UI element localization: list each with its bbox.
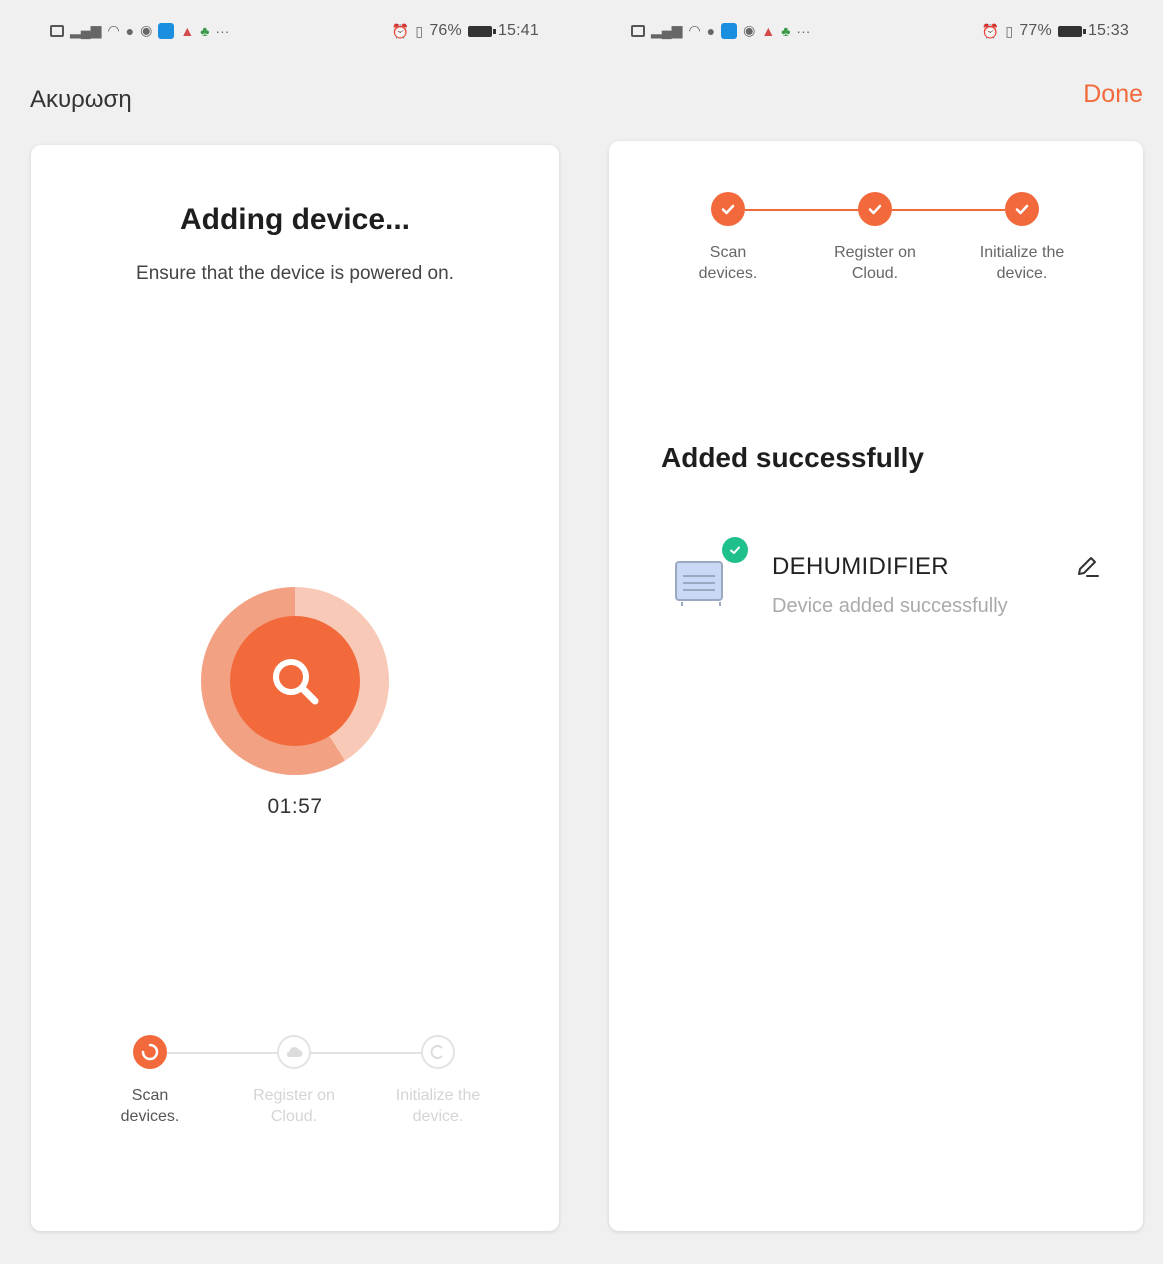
green-app-icon: ♣ <box>200 22 210 39</box>
step-label-line: device. <box>412 1108 464 1125</box>
alarm-icon: ⏰ <box>391 22 410 39</box>
step-cloud-label: Register on Cloud. <box>229 1085 359 1127</box>
vibrate-icon: ▯ <box>1005 22 1014 39</box>
step-initialize-label: Initialize the device. <box>957 242 1087 284</box>
battery-percent: 77% <box>1019 22 1052 39</box>
step-label-line: Scan <box>131 1087 169 1104</box>
more-notifications-icon: ··· <box>796 22 811 39</box>
wifi-icon: ◠ <box>107 22 120 38</box>
status-icons-right: ⏰ ▯ 76% 15:41 <box>392 22 539 40</box>
countdown-timer: 01:57 <box>267 795 323 818</box>
step-initialize-label: Initialize the device. <box>373 1085 503 1127</box>
initialize-icon <box>430 1045 443 1059</box>
app-badge-icon <box>721 22 738 39</box>
check-icon <box>1015 204 1029 215</box>
step-label-line: Scan <box>709 244 747 261</box>
pencil-icon[interactable] <box>1073 553 1101 586</box>
step-label-line: Cloud. <box>851 265 899 282</box>
device-added-card: Scan devices. Register on Cloud. Initial… <box>609 141 1143 1231</box>
page-subtitle: Ensure that the device is powered on. <box>136 263 454 284</box>
progress-steps: Scan devices. Register on Cloud. Initial… <box>609 192 1143 302</box>
status-icons-left: ▂▄▆ ◠ ● ◉ ▲ ♣ ··· <box>50 22 229 39</box>
step-label-line: Register on <box>253 1087 335 1104</box>
green-app-icon: ♣ <box>781 22 791 39</box>
step-scan-dot <box>711 192 745 226</box>
status-bar: ▂▄▆ ◠ ● ◉ ▲ ♣ ··· ⏰ ▯ 76% 15:41 <box>0 18 583 46</box>
dehumidifier-icon <box>675 561 723 606</box>
step-cloud-label: Register on Cloud. <box>810 242 940 284</box>
device-added-screen: ▂▄▆ ◠ ● ◉ ▲ ♣ ··· ⏰ ▯ 77% 15:33 Done Sca… <box>583 0 1163 1264</box>
app-notification-icon: ◉ <box>140 22 153 38</box>
notification-bell-icon: ● <box>706 22 716 39</box>
magnifier-icon <box>273 659 319 705</box>
check-icon <box>868 204 882 215</box>
step-label-line: Initialize the <box>979 244 1065 261</box>
step-label-line: Cloud. <box>270 1108 318 1125</box>
red-app-icon: ▲ <box>761 22 776 39</box>
step-label-line: devices. <box>698 265 758 282</box>
battery-icon <box>1057 25 1086 37</box>
step-connector <box>892 209 1005 211</box>
page-title: Adding device... <box>179 203 411 236</box>
alarm-icon: ⏰ <box>981 22 1000 39</box>
done-button[interactable]: Done <box>1083 80 1143 109</box>
scan-button <box>230 616 360 746</box>
device-status: Device added successfully <box>772 595 1008 617</box>
battery-percent: 76% <box>429 22 462 39</box>
step-connector <box>167 1052 277 1054</box>
gallery-notification-icon <box>50 24 64 37</box>
step-initialize-dot <box>1005 192 1039 226</box>
app-notification-icon: ◉ <box>743 22 756 38</box>
status-icons-right: ⏰ ▯ 77% 15:33 <box>982 22 1129 40</box>
check-badge-icon <box>722 537 748 563</box>
more-notifications-icon: ··· <box>215 22 230 39</box>
spinner-icon <box>141 1043 159 1061</box>
step-cloud-dot <box>858 192 892 226</box>
battery-icon <box>467 25 496 37</box>
signal-icon: ▂▄▆ <box>651 22 683 38</box>
cloud-icon <box>286 1047 303 1057</box>
step-scan-label: Scan devices. <box>663 242 793 284</box>
signal-icon: ▂▄▆ <box>70 22 102 38</box>
wifi-icon: ◠ <box>688 22 701 38</box>
adding-device-card: Adding device... Ensure that the device … <box>31 145 559 1231</box>
clock: 15:33 <box>1087 22 1129 39</box>
step-cloud-dot <box>277 1035 311 1069</box>
step-scan-dot <box>133 1035 167 1069</box>
vibrate-icon: ▯ <box>415 22 424 39</box>
step-scan-label: Scan devices. <box>85 1085 215 1127</box>
step-label-line: Initialize the <box>395 1087 481 1104</box>
step-initialize-dot <box>421 1035 455 1069</box>
progress-steps: Scan devices. Register on Cloud. Initial… <box>31 1035 559 1145</box>
notification-bell-icon: ● <box>125 22 135 39</box>
status-icons-left: ▂▄▆ ◠ ● ◉ ▲ ♣ ··· <box>631 22 810 39</box>
step-label-line: Register on <box>834 244 916 261</box>
scan-progress-ring <box>201 587 389 775</box>
device-name: DEHUMIDIFIER <box>772 553 949 580</box>
adding-device-screen: ▂▄▆ ◠ ● ◉ ▲ ♣ ··· ⏰ ▯ 76% 15:41 Ακυρωση … <box>0 0 583 1264</box>
red-app-icon: ▲ <box>180 22 195 39</box>
app-badge-icon <box>158 22 175 39</box>
gallery-notification-icon <box>631 24 645 37</box>
clock: 15:41 <box>497 22 539 39</box>
added-device-row[interactable]: DEHUMIDIFIER Device added successfully <box>649 533 1113 633</box>
step-connector <box>311 1052 421 1054</box>
status-bar: ▂▄▆ ◠ ● ◉ ▲ ♣ ··· ⏰ ▯ 77% 15:33 <box>583 18 1163 46</box>
check-icon <box>721 204 735 215</box>
step-connector <box>745 209 859 211</box>
step-label-line: device. <box>996 265 1048 282</box>
step-label-line: devices. <box>120 1108 180 1125</box>
success-heading: Added successfully <box>661 442 924 473</box>
cancel-button[interactable]: Ακυρωση <box>30 86 132 114</box>
